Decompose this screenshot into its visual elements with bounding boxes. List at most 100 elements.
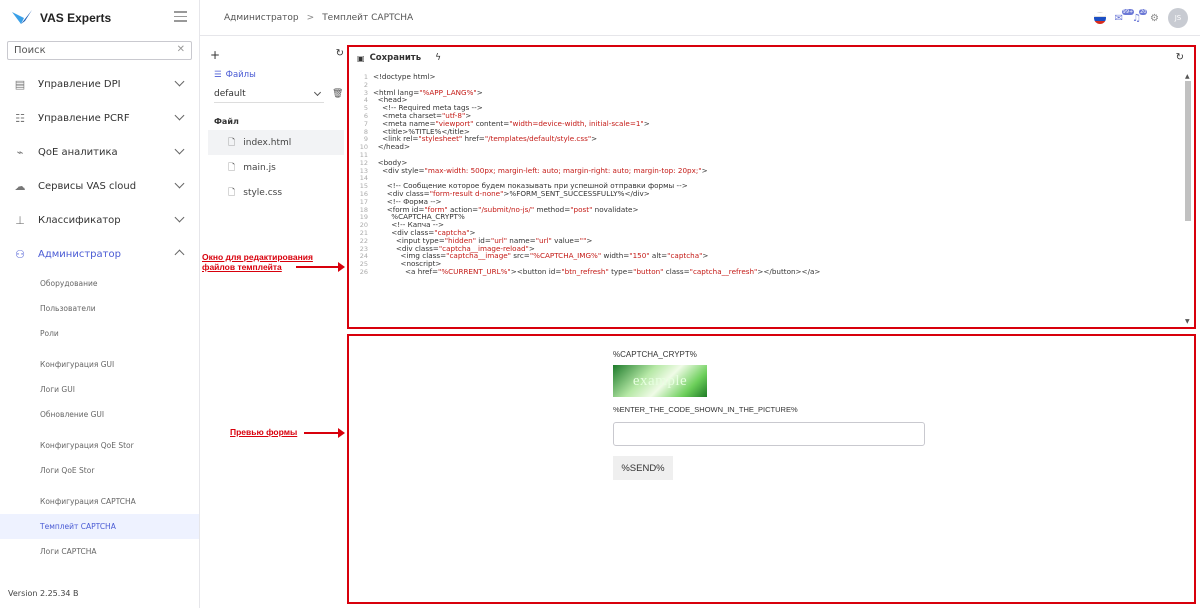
captcha-crypt-text: %CAPTCHA_CRYPT% [613, 350, 697, 359]
sidebar-item[interactable]: ⚇ Администратор [0, 237, 199, 271]
code-line: 9 <link rel="stylesheet" href="/template… [355, 135, 1180, 143]
file-item[interactable]: 🗋 main.js [208, 155, 344, 180]
top-bar: Администратор > Темплейт CAPTCHA ✉ 99+ ♫ 2… [200, 0, 1200, 36]
sidebar-item-label: Администратор [38, 248, 121, 260]
captcha-code-input[interactable] [613, 422, 925, 446]
add-file-icon[interactable]: + [210, 48, 220, 62]
scroll-up-icon[interactable]: ▲ [1185, 73, 1190, 80]
avatar[interactable]: JS [1168, 8, 1188, 28]
sidebar-subitem[interactable]: Логи CAPTCHA [0, 539, 199, 564]
reload-icon[interactable]: ↻ [1176, 52, 1184, 63]
code-line: 10 </head> [355, 143, 1180, 151]
notification-count-badge: 20 [1139, 8, 1148, 15]
file-item[interactable]: 🗋 style.css [208, 180, 344, 205]
sidebar-item-label: Управление PCRF [38, 112, 130, 124]
sidebar-item-label: Классификатор [38, 214, 121, 226]
sidebar-subitem[interactable]: Конфигурация QoE Stor [0, 433, 199, 458]
sidebar-subitem[interactable]: Конфигурация GUI [0, 352, 199, 377]
language-flag-icon[interactable] [1093, 12, 1106, 24]
sidebar-subitem[interactable]: Роли [0, 321, 199, 346]
code-line: 11 [355, 151, 1180, 159]
brand-name: VAS Experts [40, 11, 112, 25]
line-number: 26 [359, 267, 368, 276]
file-icon: 🗋 [228, 162, 236, 173]
sidebar-item[interactable]: ☁ Сервисы VAS cloud [0, 169, 199, 203]
sidebar-subitem[interactable]: Оборудование [0, 271, 199, 296]
template-select[interactable]: default [214, 85, 324, 103]
clear-icon[interactable]: ✕ [177, 44, 185, 55]
server-icon: ▤ [14, 77, 26, 91]
sidebar-item[interactable]: ⊥ Классификатор [0, 203, 199, 237]
file-item[interactable]: 🗋 index.html [208, 130, 344, 155]
logo[interactable]: VAS Experts [0, 0, 199, 36]
chevron-down-icon [174, 178, 185, 189]
scroll-thumb[interactable] [1185, 81, 1191, 221]
sidebar-item[interactable]: ▤ Управление DPI [0, 67, 199, 101]
search-placeholder: Поиск [14, 45, 46, 56]
editor-scrollbar[interactable]: ▲ ▼ [1184, 73, 1192, 325]
search-input[interactable]: Поиск ✕ [7, 41, 192, 60]
sidebar-subitem[interactable]: Темплейт CAPTCHA [0, 514, 199, 539]
sidebar-subitem[interactable]: Логи QoE Stor [0, 458, 199, 483]
sidebar: VAS Experts Поиск ✕ ▤ Управление DPI ☷ Упра… [0, 0, 200, 608]
notification-icon[interactable]: ♫ 20 [1132, 8, 1148, 24]
file-icon: 🗋 [228, 137, 236, 148]
code-line: 16 <div class="form-result d-none">%FORM… [355, 190, 1180, 198]
menu-toggle-icon[interactable] [174, 11, 187, 22]
scroll-down-icon[interactable]: ▼ [1185, 318, 1190, 325]
users-icon: ⚇ [15, 247, 25, 261]
send-button[interactable]: %SEND% [613, 456, 673, 480]
code-line: 24 <img class="captcha__image" src="%CAP… [355, 252, 1180, 260]
hierarchy-icon: ⊥ [15, 213, 25, 227]
sidebar-subitem[interactable]: Обновление GUI [0, 402, 199, 427]
chart-icon: ⌁ [16, 145, 24, 159]
files-panel: + ↻ ☰ Файлы default 🗑 Файл 🗋 index.html 🗋 m… [208, 48, 344, 248]
chevron-up-icon [174, 249, 185, 260]
logo-icon [12, 10, 32, 24]
sidebar-subitem[interactable]: Логи GUI [0, 377, 199, 402]
captcha-word: example [632, 372, 688, 389]
code-line: 19 %CAPTCHA_CRYPT% [355, 213, 1180, 221]
code-line: 5 <!-- Required meta tags --> [355, 104, 1180, 112]
breadcrumb-current: Темплейт CAPTCHA [322, 12, 414, 23]
sidebar-subitem[interactable]: Конфигурация CAPTCHA [0, 489, 199, 514]
code-line: 7 <meta name="viewport" content="width=d… [355, 119, 1180, 127]
breadcrumb-separator: > [306, 12, 315, 23]
chevron-down-icon [313, 88, 322, 97]
files-label: Файлы [225, 70, 256, 80]
sidebar-item[interactable]: ☷ Управление PCRF [0, 101, 199, 135]
code-line: 13 <div style="max-width: 500px; margin-… [355, 166, 1180, 174]
files-tab[interactable]: ☰ Файлы [208, 66, 344, 84]
chevron-down-icon [174, 212, 185, 223]
refresh-icon[interactable]: ↻ [336, 48, 344, 59]
captcha-prompt: %ENTER_THE_CODE_SHOWN_IN_THE_PICTURE% [613, 405, 798, 414]
lightning-icon[interactable]: ϟ [435, 53, 441, 63]
editor-panel: ▣ Сохранить ϟ ↻ 1 <!doctype html> 2 3 <html … [347, 45, 1196, 329]
cloud-icon: ☁ [14, 179, 26, 193]
file-name: style.css [243, 187, 283, 198]
save-icon: ▣ [357, 53, 365, 63]
sidebar-item-label: QoE аналитика [38, 146, 118, 158]
save-button[interactable]: Сохранить [370, 53, 422, 63]
file-icon: 🗋 [228, 187, 236, 198]
file-name: main.js [243, 162, 276, 173]
sidebar-subitem[interactable]: Пользователи [0, 296, 199, 321]
editor-annotation: Окно для редактирования файлов темплейта [202, 252, 313, 272]
file-name: index.html [243, 137, 292, 148]
file-column-header: Файл [214, 116, 239, 126]
code-editor[interactable]: 1 <!doctype html> 2 3 <html lang="%APP_LANG%… [355, 73, 1180, 325]
mail-icon[interactable]: ✉ 99+ [1115, 8, 1135, 24]
breadcrumb-root[interactable]: Администратор [224, 13, 299, 23]
captcha-image: example [613, 365, 707, 397]
template-select-value: default [214, 88, 246, 99]
preview-annotation: Превью формы [230, 427, 298, 437]
version-label: Version 2.25.34 B [8, 589, 79, 598]
list-icon: ☰ [214, 70, 222, 80]
sidebar-item-label: Управление DPI [38, 78, 121, 90]
settings-icon[interactable]: ⚙ [1150, 13, 1159, 24]
sidebar-item[interactable]: ⌁ QoE аналитика [0, 135, 199, 169]
trash-icon[interactable]: 🗑 [332, 89, 343, 99]
sidebar-item-label: Сервисы VAS cloud [38, 180, 137, 192]
sliders-icon: ☷ [15, 111, 25, 125]
code-line: 20 <!-- Капча --> [355, 221, 1180, 229]
